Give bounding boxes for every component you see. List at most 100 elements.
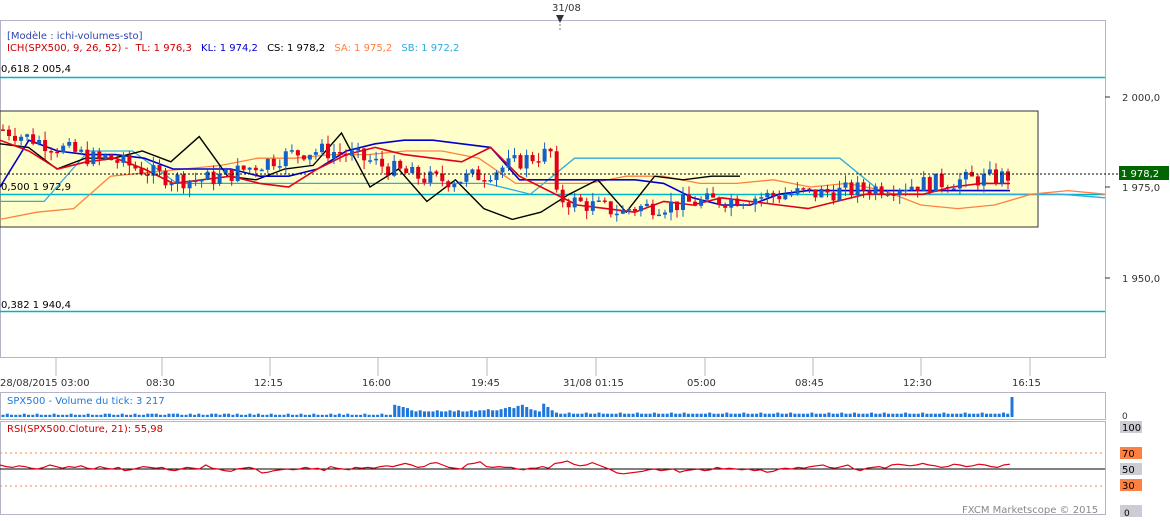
candle-body (199, 180, 204, 182)
volume-bar (665, 413, 669, 417)
volume-bar (154, 413, 158, 417)
volume-bar (363, 413, 367, 417)
volume-bar (218, 414, 222, 417)
volume-bar (704, 413, 707, 417)
volume-bar (44, 414, 48, 417)
candle-body (975, 176, 980, 186)
candle-body (530, 155, 535, 162)
volume-bar (359, 414, 363, 417)
volume-bar (810, 412, 814, 417)
candle-body (897, 190, 902, 196)
candle-body (362, 148, 367, 161)
volume-bar (65, 414, 69, 417)
volume-bar (904, 412, 908, 417)
ichimoku-chart[interactable]: 31/08 [Modèle : ichi-volumes-sto] ICH(SP… (0, 0, 1170, 519)
candle-body (584, 201, 589, 211)
volume-bar (537, 411, 541, 417)
candle-body (91, 151, 96, 165)
volume-bar (120, 413, 124, 417)
candle-body (494, 172, 499, 180)
candle-body (765, 192, 770, 198)
candle-body (945, 187, 950, 189)
volume-bar (997, 413, 1001, 417)
volume-bar (589, 413, 592, 417)
ichimoku-tl: TL: 1 976,3 (134, 43, 191, 54)
candle-body (127, 155, 132, 166)
volume-bar (980, 412, 984, 417)
candle-body (247, 167, 252, 170)
volume-bar (278, 414, 282, 417)
candle-body (229, 169, 234, 181)
volume-bar (129, 414, 133, 417)
volume-bar (870, 412, 873, 417)
candle-body (368, 160, 373, 162)
volume-bar (887, 413, 890, 417)
volume-bar (631, 413, 635, 417)
volume-bar (844, 413, 848, 417)
volume-bar (295, 414, 299, 417)
candle-body (524, 155, 529, 169)
volume-bar (56, 414, 60, 417)
volume-bar (972, 413, 976, 417)
volume-bar (235, 413, 239, 417)
volume-bar (806, 413, 810, 417)
candle-body (596, 200, 601, 202)
volume-bar (835, 413, 839, 417)
volume-bar (525, 407, 529, 417)
candle-body (374, 158, 379, 161)
candle-body (891, 194, 896, 196)
candle-body (560, 189, 565, 203)
candle-body (879, 186, 884, 195)
volume-bar (291, 414, 294, 417)
volume-bar (133, 413, 137, 417)
time-label-6: 05:00 (687, 378, 716, 389)
volume-bar (755, 413, 759, 417)
candle-body (632, 209, 637, 212)
candle-body (49, 151, 54, 153)
volume-bar (227, 413, 231, 417)
candle-body (13, 135, 17, 141)
volume-bar (329, 413, 333, 417)
candle-body (512, 155, 517, 159)
volume-bar (159, 414, 162, 417)
candle-body (404, 168, 409, 173)
volume-bar (721, 413, 724, 417)
candle-body (85, 149, 90, 165)
volume-bar (1006, 413, 1010, 417)
candle-body (861, 182, 866, 191)
time-label-4: 19:45 (471, 378, 500, 389)
volume-bar (699, 413, 703, 417)
candle-body (398, 160, 403, 169)
candle-body (638, 206, 643, 212)
candle-body (320, 143, 324, 153)
volume-bar (495, 410, 499, 417)
candle-body (819, 188, 824, 198)
candle-body (37, 140, 42, 144)
candle-body (927, 177, 932, 192)
volume-bar (491, 410, 495, 417)
candle-body (590, 201, 595, 211)
candle-body (626, 209, 631, 211)
candle-body (873, 186, 878, 195)
candle-body (789, 193, 794, 196)
ichimoku-name: ICH(SPX500, 9, 26, 52) - (7, 43, 129, 54)
volume-bar (878, 413, 882, 417)
chart-window: 31/08 [Modèle : ichi-volumes-sto] ICH(SP… (0, 0, 1170, 519)
candle-body (79, 149, 84, 152)
candle-body (175, 174, 180, 183)
volume-bar (618, 412, 622, 417)
time-label-5: 31/08 01:15 (563, 378, 624, 389)
candle-body (187, 180, 192, 189)
volume-bar (614, 413, 618, 417)
candle-body (307, 154, 312, 160)
candle-body (326, 143, 330, 159)
candle-body (963, 171, 968, 180)
rsi-axis-70: 70 (1122, 449, 1135, 460)
candle-body (446, 181, 451, 188)
candle-body (957, 179, 962, 189)
volume-bar (380, 413, 384, 417)
volume-bar (712, 413, 716, 417)
volume-bar (256, 413, 260, 417)
volume-bar (938, 413, 942, 417)
candle-body (843, 182, 848, 188)
